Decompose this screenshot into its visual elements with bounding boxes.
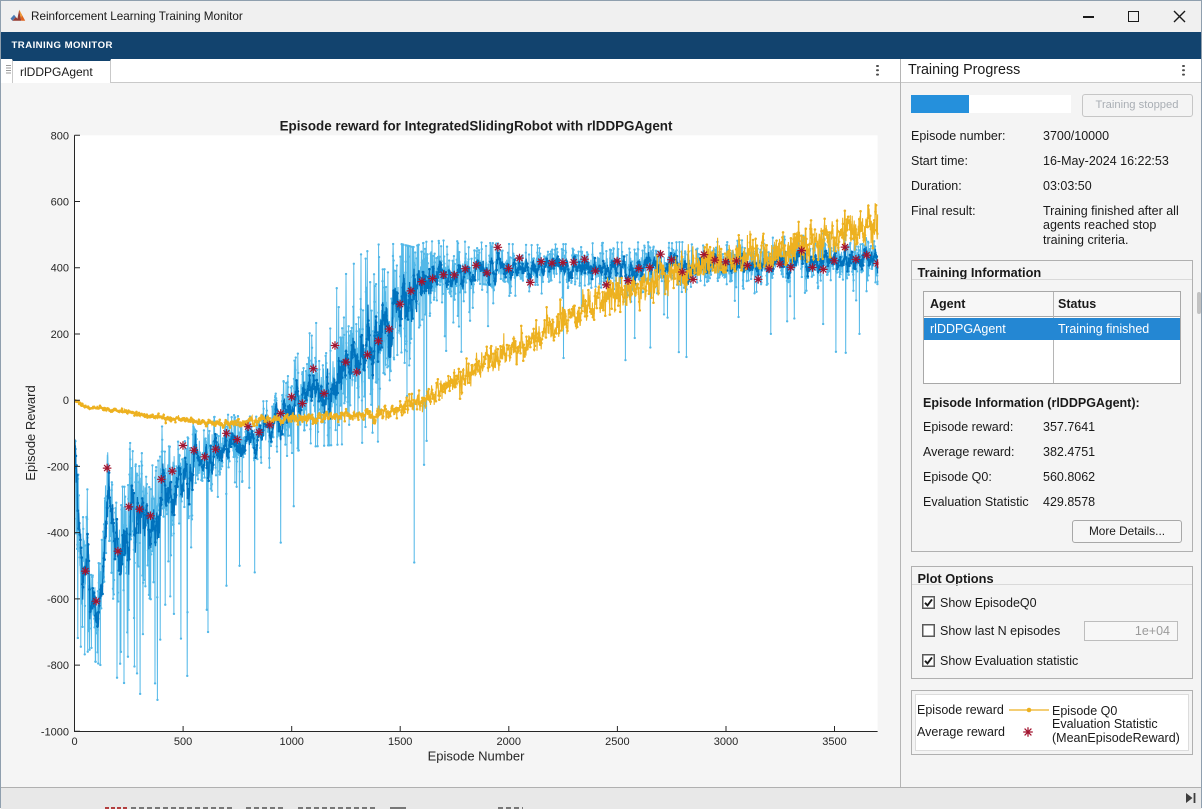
- svg-text:-1000: -1000: [41, 726, 69, 738]
- svg-text:500: 500: [174, 736, 192, 748]
- svg-text:-400: -400: [47, 528, 69, 540]
- svg-text:-800: -800: [47, 660, 69, 672]
- svg-text:600: 600: [51, 197, 69, 209]
- svg-text:0: 0: [63, 395, 69, 407]
- svg-text:400: 400: [51, 263, 69, 275]
- svg-text:3500: 3500: [822, 736, 846, 748]
- svg-text:1000: 1000: [279, 736, 303, 748]
- svg-text:2000: 2000: [497, 736, 521, 748]
- svg-text:-200: -200: [47, 461, 69, 473]
- svg-text:-600: -600: [47, 594, 69, 606]
- svg-text:1500: 1500: [388, 736, 412, 748]
- svg-text:200: 200: [51, 329, 69, 341]
- svg-text:Episode reward for IntegratedS: Episode reward for IntegratedSlidingRobo…: [280, 119, 673, 134]
- svg-text:0: 0: [71, 736, 77, 748]
- svg-text:Episode Reward: Episode Reward: [23, 385, 38, 480]
- svg-text:3000: 3000: [714, 736, 738, 748]
- svg-text:800: 800: [51, 130, 69, 142]
- svg-text:2500: 2500: [605, 736, 629, 748]
- svg-text:Episode Number: Episode Number: [428, 749, 525, 764]
